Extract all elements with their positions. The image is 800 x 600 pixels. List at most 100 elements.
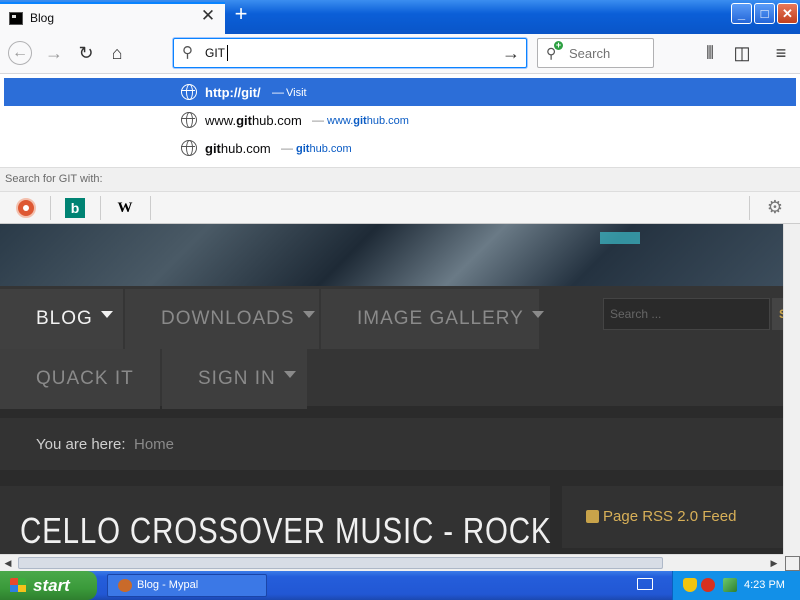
library-button[interactable]: ⫴ [698,41,722,65]
autocomplete-url: github.com [296,143,352,155]
keyboard-icon[interactable] [637,578,653,590]
chevron-down-icon [283,371,296,379]
home-button[interactable]: ⌂ [105,41,129,65]
search-with-bar: Search for GIT with: [0,167,800,191]
menu-item-sign-in[interactable]: SIGN IN [162,349,307,409]
chevron-down-icon [531,311,544,319]
autocomplete-row[interactable]: http://git/ — Visit [4,78,796,106]
duckduckgo-icon[interactable] [16,198,36,218]
autocomplete-title-bold: http://git/ [205,85,261,100]
gear-icon[interactable]: ⚙ [765,197,785,217]
text-caret [227,45,228,61]
add-engine-icon: + [554,40,563,50]
sidebar-toggle-button[interactable]: ◫ [730,41,754,65]
chevron-down-icon [100,311,113,319]
menu-item-blog[interactable]: BLOG [0,289,123,349]
site-menu: BLOG DOWNLOADS IMAGE GALLERY Search ... … [0,286,783,409]
menu-item-image-gallery[interactable]: IMAGE GALLERY [321,289,544,349]
forward-button[interactable]: → [42,41,66,65]
article-title[interactable]: CELLO CROSSOVER MUSIC - ROCK [20,510,551,552]
divider [749,196,750,220]
tab-title: Blog [30,11,55,25]
web-page: BLOG DOWNLOADS IMAGE GALLERY Search ... … [0,224,783,554]
menu-button[interactable]: ≡ [769,41,793,65]
start-button[interactable]: start [0,571,97,600]
title-part: hub.com [251,113,302,128]
url-input[interactable]: GIT [205,46,225,60]
search-bar[interactable]: ⚲ + Search [537,38,654,68]
menu-label: BLOG [36,308,93,329]
menu-label: DOWNLOADS [161,308,295,329]
bing-icon[interactable]: b [65,198,85,218]
autocomplete-title: www.github.com [205,113,302,128]
autocomplete-row[interactable]: github.com — github.com [4,134,796,162]
taskbar-item-blog-mypal[interactable]: Blog - Mypal [107,574,267,597]
maximize-button[interactable]: □ [754,3,775,24]
autocomplete-url: www.github.com [327,115,409,127]
search-with-label: Search for GIT with: [5,173,103,185]
title-part-bold: git [205,141,221,156]
breadcrumb-home-link[interactable]: Home [134,436,174,453]
autocomplete-title: http://git/ [205,85,261,100]
autocomplete-separator: — [281,141,293,155]
mypal-icon [118,579,132,592]
wikipedia-icon[interactable]: W [115,198,135,218]
menu-item-quack-it[interactable]: QUACK IT [0,349,160,409]
autocomplete-separator: — [312,113,324,127]
start-label: start [33,576,70,595]
title-part-bold: git [236,113,252,128]
breadcrumb-label: You are here: [36,436,126,453]
scroll-left-arrow-icon[interactable]: ◀ [1,556,15,570]
minimize-button[interactable]: _ [731,3,752,24]
autocomplete-title: github.com [205,141,271,156]
back-button[interactable]: ← [8,41,32,65]
url-part: hub.com [309,143,352,155]
go-arrow-icon[interactable]: → [502,43,522,63]
search-icon: ⚲ [182,44,193,61]
search-engines-bar: b W ⚙ [0,191,800,224]
sidebar-rss-box: Page RSS 2.0 Feed [562,486,783,548]
scroll-corner [783,554,800,571]
url-part-bold: git [296,143,310,155]
breadcrumb: You are here: Home [0,418,783,470]
rss-feed-link[interactable]: Page RSS 2.0 Feed [603,508,736,525]
search-input[interactable]: Search [569,46,610,61]
vertical-scrollbar[interactable] [783,224,800,554]
globe-icon [181,84,197,100]
security-alert-icon[interactable] [701,578,715,592]
title-part: hub.com [220,141,271,156]
title-part: www. [205,113,237,128]
clock: 4:23 PM [744,579,785,591]
windows-logo-icon [10,578,26,592]
divider [150,196,151,220]
menu-label: SIGN IN [198,368,276,389]
tab-blog[interactable]: Blog ✕ [0,2,225,34]
scroll-right-arrow-icon[interactable]: ▶ [767,556,781,570]
site-banner-image [0,224,783,286]
autocomplete-action: Visit [286,87,307,99]
tab-favicon-icon [9,12,23,25]
network-icon[interactable] [723,578,737,592]
scrollbar-thumb[interactable] [18,557,663,569]
site-search-input[interactable]: Search ... [603,298,770,330]
menu-label: IMAGE GALLERY [357,308,524,329]
divider [50,196,51,220]
rss-icon [586,510,599,523]
tab-close-icon[interactable]: ✕ [199,7,217,25]
url-part-bold: git [353,115,367,127]
horizontal-scrollbar[interactable]: ◀ ▶ [0,554,783,571]
menu-item-downloads[interactable]: DOWNLOADS [125,289,319,349]
autocomplete-separator: — [272,85,284,99]
shield-icon[interactable] [683,578,697,592]
reload-button[interactable]: ↻ [74,41,98,65]
url-bar[interactable]: ⚲ GIT → [173,38,527,68]
url-part: hub.com [366,115,409,127]
chevron-down-icon [302,311,315,319]
close-window-button[interactable]: ✕ [777,3,798,24]
autocomplete-row[interactable]: www.github.com — www.github.com [4,106,796,134]
url-part: www. [327,115,354,127]
site-search-button[interactable]: S [772,298,783,330]
new-tab-button[interactable]: + [230,3,252,27]
globe-icon [181,140,197,156]
taskbar-item-label: Blog - Mypal [137,579,199,591]
